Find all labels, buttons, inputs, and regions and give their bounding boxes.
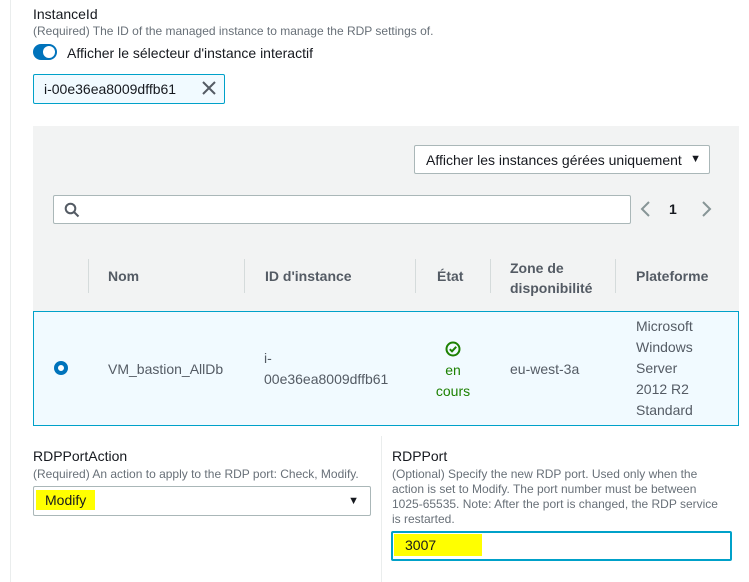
chevron-left-icon[interactable] [638,200,654,218]
column-separator [490,259,491,293]
check-circle-icon [435,338,471,360]
rdp-port-action-description: (Required) An action to apply to the RDP… [33,467,359,481]
cell-name: VM_bastion_AllDb [108,361,224,377]
interactive-selector-toggle[interactable] [33,44,57,60]
cell-instance-id-line: i- [264,350,272,366]
token-label: i-00e36ea8009dffb61 [44,81,177,97]
filter-dropdown-label: Afficher les instances gérées uniquement [426,152,682,168]
table-header: Nom ID d'instance État Zone de disponibi… [33,243,739,309]
cell-platform-line: Microsoft [636,318,693,334]
rdp-port-description-line: (Optional) Specify the new RDP port. Use… [392,467,698,481]
rdp-port-description: (Optional) Specify the new RDP port. Use… [392,467,718,527]
selected-instance-token: i-00e36ea8009dffb61 [33,74,225,104]
cell-instance-id: i- 00e36ea8009dffb61 [264,348,388,390]
search-icon [64,202,80,218]
column-header-zone-line: disponibilité [510,280,593,296]
column-separator [615,259,616,293]
chevron-right-icon[interactable] [698,200,714,218]
row-radio-button[interactable] [54,361,68,375]
rdp-port-description-line: action is set to Modify. The port number… [392,482,697,496]
column-header-state[interactable]: État [437,268,463,284]
cell-zone: eu-west-3a [510,361,580,377]
caret-down-icon: ▼ [348,495,359,507]
column-header-name[interactable]: Nom [108,268,139,284]
cell-state-line: cours [435,383,471,399]
column-separator [244,259,245,293]
current-page-number[interactable]: 1 [669,201,677,217]
rdp-port-label: RDPPort [392,448,448,464]
toggle-label: Afficher le sélecteur d'instance interac… [67,45,313,61]
column-header-zone-line: Zone de [510,260,564,276]
toggle-knob [43,46,55,58]
cell-instance-id-line: 00e36ea8009dffb61 [264,371,389,387]
rdp-port-action-select[interactable]: Modify ▼ [33,486,371,516]
search-input[interactable] [53,195,631,224]
rdp-port-action-value: Modify [36,490,96,510]
cell-platform-line: 2012 R2 [636,381,689,397]
cell-platform-line: Windows [636,339,693,355]
managed-instances-filter-dropdown[interactable]: Afficher les instances gérées uniquement… [414,145,710,174]
rdp-port-description-line: is restarted. [392,512,455,526]
cell-platform-line: Server [636,360,678,376]
cell-state: en cours [435,338,471,402]
caret-down-icon: ▼ [690,153,701,165]
rdp-port-value: 3007 [394,534,482,556]
column-header-instance-id[interactable]: ID d'instance [265,268,352,284]
rdp-port-input[interactable]: 3007 [391,531,732,561]
column-header-zone[interactable]: Zone de disponibilité [510,258,592,298]
cell-state-line: en [445,362,461,378]
column-separator [88,259,89,293]
column-header-platform[interactable]: Plateforme [636,268,708,284]
cell-platform-line: Standard [636,402,693,418]
column-divider [381,436,382,582]
rdp-port-description-line: 1025-65535. Note: After the port is chan… [392,497,718,511]
cell-platform: Microsoft Windows Server 2012 R2 Standar… [636,316,693,421]
table-row[interactable]: VM_bastion_AllDb i- 00e36ea8009dffb61 en… [33,311,739,426]
close-icon[interactable] [200,79,218,97]
left-border [10,0,11,582]
column-separator [415,259,416,293]
instance-id-label: InstanceId [33,6,98,22]
rdp-port-action-label: RDPPortAction [33,448,128,464]
instance-id-description: (Required) The ID of the managed instanc… [33,24,434,38]
